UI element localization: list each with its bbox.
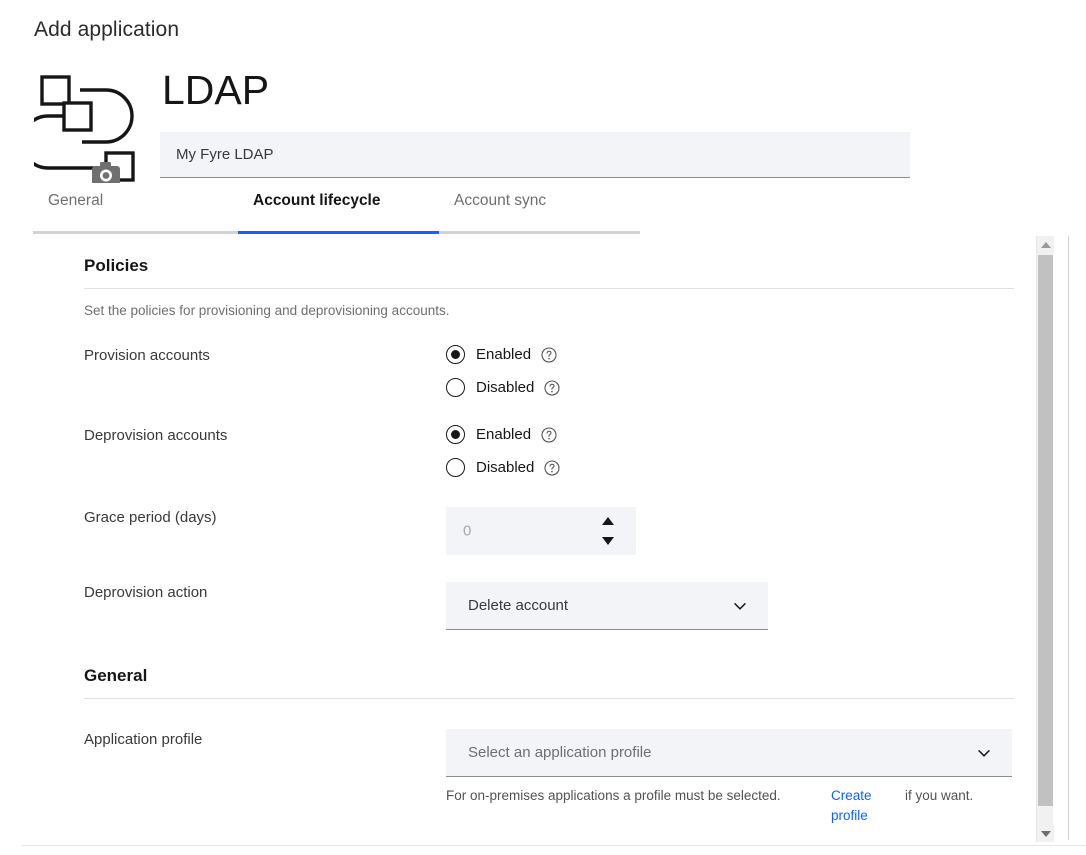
deprovision-enabled-label: Enabled [476,426,532,443]
create-profile-link[interactable]: Create profile [831,786,905,825]
chevron-down-icon [732,598,748,614]
tab-account-lifecycle-label: Account lifecycle [253,192,381,209]
provision-disabled-radio[interactable]: Disabled [446,378,1014,397]
application-profile-row: Application profile Select an applicatio… [84,729,1014,825]
helper-text-tail: if you want. [905,788,974,803]
page-title: Add application [34,18,180,41]
panel-right-border [1068,236,1069,840]
provision-accounts-row: Provision accounts Enabled Disabled [84,345,1014,397]
provision-disabled-label: Disabled [476,379,535,396]
grace-period-stepper-arrows[interactable] [601,517,614,545]
provision-enabled-label: Enabled [476,346,532,363]
application-profile-label: Application profile [84,731,203,748]
application-profile-value: Select an application profile [468,744,652,761]
help-circle-icon[interactable] [541,346,557,363]
deprovision-accounts-label: Deprovision accounts [84,427,228,444]
deprovision-action-select[interactable]: Delete account [446,582,768,630]
deprovision-action-row: Deprovision action Delete account [84,582,1014,630]
scroll-down-arrow-icon[interactable] [1037,825,1054,842]
deprovision-accounts-row: Deprovision accounts Enabled Disabled [84,425,1014,477]
settings-scroll-region: Policies Set the policies for provisioni… [0,236,1056,842]
scroll-up-arrow-icon[interactable] [1037,236,1054,253]
deprovision-accounts-radio-group: Enabled Disabled [446,425,1014,477]
general-divider [84,698,1014,699]
help-circle-icon[interactable] [544,379,560,396]
tab-general[interactable]: General [33,188,238,234]
deprovision-action-value: Delete account [468,597,569,614]
application-name-input[interactable] [160,132,910,178]
grace-period-label: Grace period (days) [84,509,217,526]
scrollbar-thumb[interactable] [1038,255,1053,806]
tab-account-sync-label: Account sync [454,192,547,209]
help-circle-icon[interactable] [541,426,557,443]
helper-text-main: For on-premises applications a profile m… [446,788,781,803]
settings-content: Policies Set the policies for provisioni… [84,236,1014,825]
provision-accounts-radio-group: Enabled Disabled [446,345,1014,397]
deprovision-enabled-radio[interactable]: Enabled [446,425,1014,444]
radio-indicator [446,425,465,444]
policies-divider [84,288,1014,289]
tab-account-lifecycle[interactable]: Account lifecycle [238,188,439,234]
grace-period-value: 0 [463,522,472,540]
policies-section: Policies Set the policies for provisioni… [84,256,1014,630]
tab-bar: General Account lifecycle Account sync [33,188,640,234]
help-circle-icon[interactable] [544,459,560,476]
grace-period-row: Grace period (days) 0 [84,507,1014,555]
radio-indicator [446,378,465,397]
application-flow-camera-icon [20,65,154,185]
general-heading: General [84,666,148,685]
vertical-scrollbar[interactable] [1036,236,1054,842]
policies-description: Set the policies for provisioning and de… [84,303,450,318]
deprovision-disabled-radio[interactable]: Disabled [446,458,1014,477]
deprovision-action-label: Deprovision action [84,584,208,601]
application-profile-helper: For on-premises applications a profile m… [446,786,1014,825]
radio-indicator [446,345,465,364]
caret-up-icon[interactable] [601,517,614,525]
caret-down-icon[interactable] [601,537,614,545]
policies-heading: Policies [84,256,149,275]
application-name-heading: LDAP [162,67,270,113]
application-profile-select[interactable]: Select an application profile [446,729,1012,777]
grace-period-stepper[interactable]: 0 [446,507,636,555]
general-section: General Application profile Select an ap… [84,666,1014,825]
tab-general-label: General [48,192,104,209]
application-header: LDAP [20,62,914,185]
tab-account-sync[interactable]: Account sync [439,188,640,234]
radio-indicator [446,458,465,477]
provision-accounts-label: Provision accounts [84,347,210,364]
chevron-down-icon [976,745,992,761]
panel-bottom-divider [22,845,1086,846]
deprovision-disabled-label: Disabled [476,459,535,476]
provision-enabled-radio[interactable]: Enabled [446,345,1014,364]
